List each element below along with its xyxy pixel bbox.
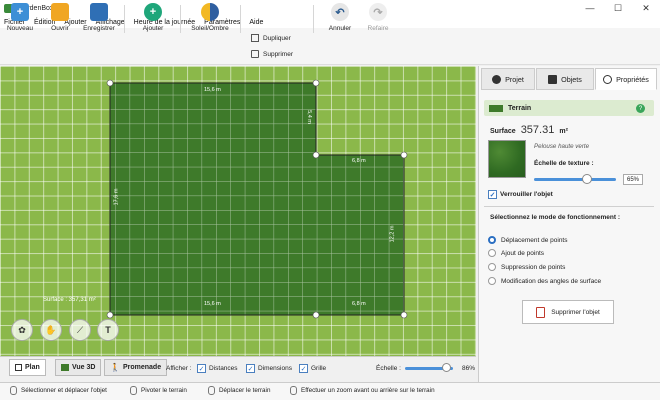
grid-checkbox[interactable]: ✓ Grille xyxy=(299,364,326,373)
check-icon: ✓ xyxy=(197,364,206,373)
terrain-canvas[interactable]: 15,6 m 5,4 m 6,8 m 17,6 m 12,2 m 15,6 m … xyxy=(0,66,476,356)
delete-object-button[interactable]: Supprimer l'objet xyxy=(522,300,614,324)
texture-name: Pelouse haute verte xyxy=(534,143,590,150)
duplicate-icon xyxy=(251,34,259,42)
mode-move-points[interactable]: Déplacement de points xyxy=(488,236,568,244)
redo-icon: ↷ xyxy=(369,3,387,21)
project-icon xyxy=(492,74,502,84)
pan-tool[interactable]: ✋ xyxy=(40,319,62,341)
mouse-icon xyxy=(208,386,215,395)
sun-shadow-icon xyxy=(201,3,219,21)
sun-shadow-button[interactable]: Soleil/Ombre xyxy=(188,3,232,32)
lock-checkbox[interactable]: ✓ Verrouiller l'objet xyxy=(488,190,553,199)
mouse-icon xyxy=(10,386,17,395)
minimize-button[interactable]: — xyxy=(576,0,604,16)
trash-icon xyxy=(251,50,259,58)
folder-icon xyxy=(51,3,69,21)
distances-checkbox[interactable]: ✓ Distances xyxy=(197,364,238,373)
scale-slider-knob[interactable] xyxy=(441,363,451,372)
mode-add-points[interactable]: Ajout de points xyxy=(488,249,544,257)
scale-label: Échelle : xyxy=(376,365,401,372)
status-zoom: Effectuer un zoom avant ou arrière sur l… xyxy=(290,386,435,395)
new-button[interactable]: + Nouveau xyxy=(0,3,40,32)
dimension-top: 15,6 m xyxy=(204,87,221,93)
plant-tool[interactable]: ✿ xyxy=(11,319,33,341)
texture-scale-input[interactable]: 65% xyxy=(623,174,643,185)
add-button[interactable]: + Ajouter xyxy=(133,3,173,32)
radio-selected xyxy=(488,236,496,244)
help-icon[interactable]: ? xyxy=(636,104,645,113)
status-select: Sélectionner et déplacer l'objet xyxy=(10,386,107,395)
radio-unselected xyxy=(488,277,496,285)
status-rotate: Pivoter le terrain xyxy=(130,386,187,395)
radio-unselected xyxy=(488,263,496,271)
objects-icon xyxy=(548,74,558,84)
measure-tool[interactable]: ⟋ xyxy=(69,319,91,341)
duplicate-button[interactable]: Dupliquer xyxy=(251,34,291,42)
walk-icon: 🚶 xyxy=(110,363,120,372)
dimension-right-top: 5,4 m xyxy=(305,110,312,124)
mode-surface-angles[interactable]: Modification des angles de surface xyxy=(488,277,601,285)
undo-button[interactable]: ↶ Annuler xyxy=(320,3,360,32)
undo-icon: ↶ xyxy=(331,3,349,21)
hand-icon: ✋ xyxy=(45,324,57,335)
plus-icon: + xyxy=(144,3,162,21)
scale-value: 86% xyxy=(462,365,476,372)
delete-button[interactable]: Supprimer xyxy=(251,50,293,58)
close-button[interactable]: ✕ xyxy=(632,0,660,16)
dimension-step: 6,8 m xyxy=(352,158,366,164)
toolbar-separator xyxy=(124,5,125,33)
plan-view-button[interactable]: Plan xyxy=(9,359,46,376)
ruler-icon: ⟋ xyxy=(76,324,84,335)
tab-objects[interactable]: Objets xyxy=(536,68,594,90)
open-button[interactable]: Ouvrir xyxy=(40,3,80,32)
surface-value: 357.31 xyxy=(520,124,555,136)
check-icon: ✓ xyxy=(246,364,255,373)
redo-button[interactable]: ↷ Refaire xyxy=(358,3,398,32)
dimension-left: 17,6 m xyxy=(113,188,120,206)
text-icon: T xyxy=(105,325,111,335)
mouse-icon xyxy=(130,386,137,395)
texture-preview[interactable] xyxy=(488,140,526,178)
new-file-icon: + xyxy=(11,3,29,21)
terrain-header: Terrain xyxy=(484,100,654,116)
tab-properties[interactable]: Propriétés xyxy=(595,68,657,90)
radio-unselected xyxy=(488,249,496,257)
walk-view-button[interactable]: 🚶 Promenade xyxy=(104,359,168,376)
dimension-bottom-right: 6,8 m xyxy=(352,301,366,307)
texture-scale-label: Échelle de texture : xyxy=(534,160,594,167)
toolbar-separator xyxy=(313,5,314,33)
toolbar-separator xyxy=(240,5,241,33)
save-icon xyxy=(90,3,108,21)
3d-icon xyxy=(61,364,69,371)
gear-icon xyxy=(603,74,613,84)
show-label: Afficher : xyxy=(166,365,192,372)
mode-label: Sélectionnez le mode de fonctionnement : xyxy=(490,214,621,221)
trash-icon xyxy=(536,306,546,318)
check-icon: ✓ xyxy=(299,364,308,373)
status-move: Déplacer le terrain xyxy=(208,386,270,395)
mode-delete-points[interactable]: Suppression de points xyxy=(488,263,565,271)
mouse-icon xyxy=(290,386,297,395)
divider xyxy=(484,206,654,207)
dimensions-checkbox[interactable]: ✓ Dimensions xyxy=(246,364,292,373)
terrain-shape[interactable] xyxy=(0,66,476,356)
menu-help[interactable]: Aide xyxy=(249,19,263,26)
plan-icon xyxy=(15,364,22,371)
3d-view-button[interactable]: Vue 3D xyxy=(55,359,102,376)
dimension-bottom-left: 15,6 m xyxy=(204,301,221,307)
plant-icon: ✿ xyxy=(18,324,26,335)
surface-label: Surface : 357,31 m² xyxy=(43,297,96,303)
toolbar-separator xyxy=(180,5,181,33)
toolbar xyxy=(0,28,660,65)
maximize-button[interactable]: ☐ xyxy=(604,0,632,16)
save-button[interactable]: Enregistrer xyxy=(79,3,119,32)
texture-scale-slider[interactable] xyxy=(534,178,616,181)
tab-project[interactable]: Projet xyxy=(481,68,535,90)
text-tool[interactable]: T xyxy=(97,319,119,341)
surface-info: Surface 357.31 m² xyxy=(490,124,568,136)
check-icon: ✓ xyxy=(488,190,497,199)
terrain-icon xyxy=(489,104,503,112)
dimension-right-lower: 12,2 m xyxy=(389,225,396,243)
